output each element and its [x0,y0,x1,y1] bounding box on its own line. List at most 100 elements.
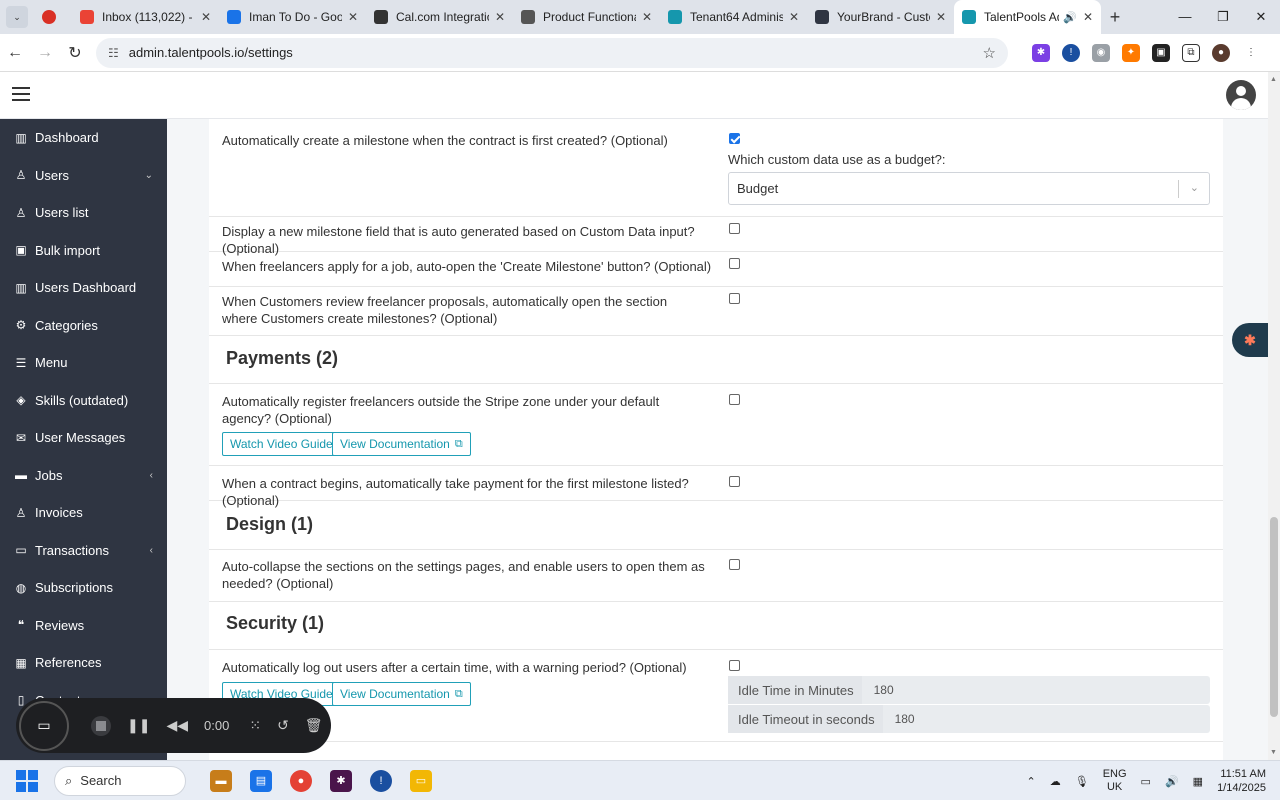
scroll-thumb[interactable] [1270,517,1278,717]
browser-menu-icon[interactable]: ⋮ [1242,43,1260,62]
minimize-button[interactable]: — [1166,0,1204,34]
sidebar-item-skills-outdated[interactable]: ◈ Skills (outdated) [0,382,167,420]
new-tab-button[interactable]: + [1101,7,1129,28]
sidebar-item-jobs[interactable]: ▬ Jobs ‹ [0,457,167,495]
file-explorer-icon[interactable]: ▭ [410,769,432,792]
milestone-auto-create-checkbox[interactable] [729,133,740,144]
payments-first-milestone-checkbox[interactable] [729,476,740,487]
browser-tab[interactable]: Tenant64 Administ ✕ [660,0,807,34]
browser-tab[interactable]: Inbox (113,022) - im ✕ [72,0,219,34]
sidebar-item-menu[interactable]: ☰ Menu [0,344,167,382]
sidebar-item-user-messages[interactable]: ✉ User Messages [0,419,167,457]
hubspot-extension-icon[interactable]: ✦ [1122,43,1140,62]
scroll-down-arrow-icon[interactable]: ▼ [1270,749,1277,756]
network-icon[interactable]: ▦ [1193,775,1203,788]
money-icon: ▭ [15,543,27,558]
camera-icon[interactable]: ◉ [1092,43,1110,62]
browser-tab[interactable]: YourBrand - Custom ✕ [807,0,954,34]
tray-chevron-up-icon[interactable]: ⌃ [1027,775,1036,788]
sidebar-item-dashboard[interactable]: ▥ Dashboard [0,119,167,157]
browser-tab[interactable]: Cal.com Integration ✕ [366,0,513,34]
tab-close-icon[interactable]: ✕ [201,10,211,24]
windows-start-icon[interactable] [16,769,38,792]
password-manager-icon[interactable]: ! [1062,43,1080,62]
milestone-custom-data-checkbox[interactable] [729,223,740,234]
grid-icon[interactable]: ⁙ [249,717,261,734]
stop-recording-button[interactable] [91,715,111,736]
trash-icon[interactable]: 🗑 [305,717,323,734]
language-indicator[interactable]: ENG UK [1103,768,1127,794]
sidebar-item-users-list[interactable]: ♙ Users list [0,194,167,232]
browser-tab[interactable]: Product Functional ✕ [513,0,660,34]
briefcase-app-icon[interactable]: ▬ [210,769,232,792]
sidebar-item-subscriptions[interactable]: ◍ Subscriptions [0,569,167,607]
address-bar[interactable]: ☷ admin.talentpools.io/settings ☆ [96,37,1008,68]
browser-tab[interactable]: TalentPools Adm 🔊 ✕ [954,0,1101,34]
sidebar-item-invoices[interactable]: ♙ Invoices [0,494,167,532]
calculator-app-icon[interactable]: ▤ [250,769,272,792]
user-avatar[interactable] [1226,80,1256,110]
maximize-button[interactable]: ❐ [1204,0,1242,34]
extension-icon[interactable]: ✱ [1032,43,1050,62]
screen-recorder-icon[interactable]: ▣ [1152,43,1170,62]
payments-stripe-checkbox[interactable] [729,394,740,405]
tab-audio-icon[interactable]: 🔊 [1063,11,1077,24]
restart-icon[interactable]: ↺ [277,717,289,734]
tab-close-icon[interactable]: ✕ [789,10,799,24]
tab-close-icon[interactable]: ✕ [348,10,358,24]
security-logout-checkbox[interactable] [729,660,740,671]
bookmark-star-icon[interactable]: ☆ [983,44,996,62]
idle-time-field[interactable]: Idle Time in Minutes 180 [728,676,1210,704]
extensions-area: ✱ ! ◉ ✦ ▣ ⧉ ● ⋮ [1026,43,1266,62]
setting-row-payments-first-milestone: When a contract begins, automatically ta… [209,466,1223,508]
sidebar-item-references[interactable]: ▦ References [0,644,167,682]
forward-button[interactable]: → [30,44,60,62]
reload-button[interactable]: ↻ [60,43,90,63]
milestone-auto-open-checkbox[interactable] [729,258,740,269]
tab-close-icon[interactable]: ✕ [1083,10,1093,24]
idle-time-value: 180 [873,683,894,697]
milestone-review-checkbox[interactable] [729,293,740,304]
page-scrollbar[interactable]: ▲ ▼ [1268,72,1280,760]
design-collapse-checkbox[interactable] [729,559,740,570]
close-window-button[interactable]: ✕ [1242,0,1280,34]
pause-icon[interactable]: ❚❚ [127,717,150,734]
sidebar-item-users[interactable]: ♙ Users ⌄ [0,157,167,195]
sidebar-item-bulk-import[interactable]: ▣ Bulk import [0,232,167,270]
tab-close-icon[interactable]: ✕ [642,10,652,24]
view-documentation-button[interactable]: View Documentation ⧉ [332,432,471,456]
camera-toggle-icon[interactable]: ▭ [19,700,69,751]
display-icon[interactable]: ▭ [1141,775,1151,788]
scroll-up-arrow-icon[interactable]: ▲ [1270,76,1277,83]
browser-tab[interactable] [34,0,72,34]
sidebar-item-reviews[interactable]: ❝ Reviews [0,607,167,645]
volume-icon[interactable]: 🔊 [1165,775,1179,788]
view-documentation-button[interactable]: View Documentation ⧉ [332,682,471,706]
cloud-icon[interactable]: ☁ [1050,775,1061,788]
sidebar-item-categories[interactable]: ⚙ Categories [0,307,167,345]
hubspot-widget-icon[interactable]: ✱ [1232,323,1268,357]
sidebar-item-label: Bulk import [35,242,101,258]
profile-avatar[interactable]: ● [1212,43,1230,62]
sidebar-item-users-dashboard[interactable]: ▥ Users Dashboard [0,269,167,307]
sidebar-item-transactions[interactable]: ▭ Transactions ‹ [0,532,167,570]
browser-tab[interactable]: Iman To Do - Goog ✕ [219,0,366,34]
slack-app-icon[interactable]: ✱ [330,769,352,792]
site-info-icon[interactable]: ☷ [108,46,119,60]
tab-close-icon[interactable]: ✕ [936,10,946,24]
watch-video-guide-button[interactable]: Watch Video Guide [222,432,341,456]
taskbar-clock[interactable]: 11:51 AM 1/14/2025 [1217,767,1266,795]
idle-timeout-field[interactable]: Idle Timeout in seconds 180 [728,705,1210,733]
chrome-app-icon[interactable]: ● [290,769,312,792]
password-app-icon[interactable]: ! [370,769,392,792]
budget-select[interactable]: Budget ⌄ [728,172,1210,205]
back-button[interactable]: ← [0,44,30,62]
extensions-puzzle-icon[interactable]: ⧉ [1182,43,1200,62]
tab-close-icon[interactable]: ✕ [495,10,505,24]
rewind-icon[interactable]: ◀◀ [166,717,188,734]
setting-row-design-collapse: Auto-collapse the sections on the settin… [209,550,1223,602]
tab-search-button[interactable]: ⌄ [6,6,28,28]
microphone-icon[interactable]: 🎙 [1075,775,1089,788]
hamburger-menu-icon[interactable] [12,87,30,101]
taskbar-search[interactable]: ⌕ Search [54,765,186,796]
